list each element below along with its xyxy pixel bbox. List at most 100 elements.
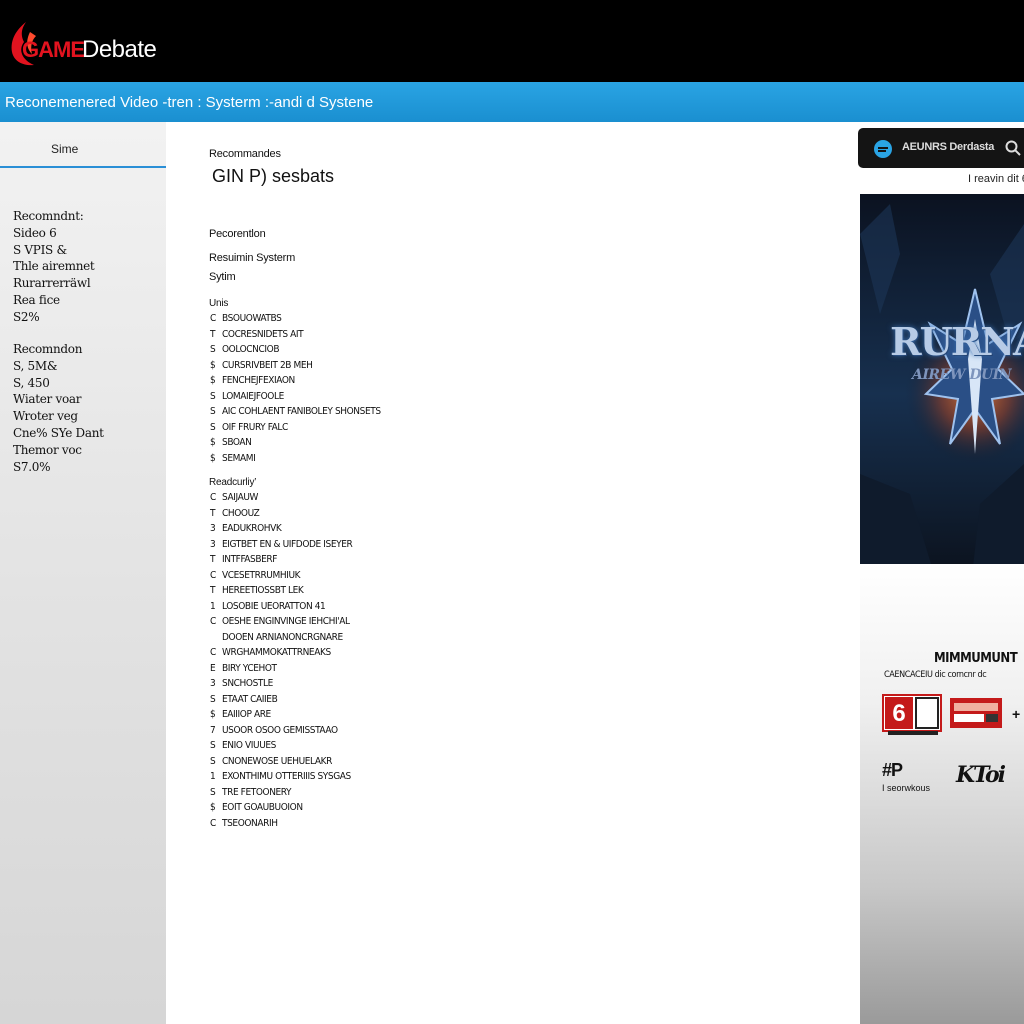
spec-row-marker: T (210, 554, 216, 565)
spec-row-marker: T (210, 507, 216, 519)
sidebar-tab-label: Sime (51, 142, 79, 156)
left-sidebar: Sime Recomndnt: Sideo 6 S VPIS & Thle ai… (0, 122, 166, 1024)
spec-row-marker: C (210, 616, 216, 627)
sidebar-line: S VPIS & (13, 242, 67, 257)
spec-row: C VCESETRRUMHIUK (210, 570, 352, 586)
spec-row-marker: C (210, 647, 216, 658)
spec-row: 1 EXONTHIMU OTTERIIIS SYSGAS (210, 771, 352, 787)
spec-row-marker: S (210, 344, 216, 355)
spec-row: C SAIJAUW (210, 492, 352, 508)
spec-row-marker: $ (210, 802, 216, 813)
spec-row: $ CURSRIVBEIT 2B MEH (210, 360, 381, 376)
sidebar-line: S, 5M& (13, 358, 58, 373)
spec-row-marker: S (210, 390, 216, 402)
platform-badge-icon (950, 698, 1002, 728)
spec-row-marker: S (210, 406, 216, 417)
minimum-description: CAENCACEIU dic corncnr dc (884, 670, 987, 680)
spec-row: $ SEMAMI (210, 453, 381, 469)
spec-row-text: SNCHOSTLE (222, 678, 273, 689)
spec-row-text: DOOEN ARNIANONCRGNARE (222, 631, 343, 643)
spec-row: $ FENCHEJFEXIAON (210, 375, 381, 391)
top-header: GAME Debate (0, 0, 1024, 82)
sidebar-tab[interactable]: Sime (0, 130, 166, 168)
spec-row-text: EAIIIOP ARE (222, 709, 271, 720)
sidebar-group-minimum: Recomndon S, 5M& S, 450 Wiater voar Wrot… (13, 341, 104, 475)
sidebar-line: S2% (13, 309, 40, 324)
spec-row: 3 EIGTBET EN & UIFDODE ISEYER (210, 538, 353, 555)
spec-list-title: Unis (209, 298, 229, 309)
spec-row: T HEREETIOSSBT LEK (210, 585, 352, 601)
spec-row-marker: S (210, 755, 216, 767)
spec-row-text: HEREETIOSSBT LEK (222, 585, 304, 596)
spec-row: T INTFFASBERF (210, 554, 352, 570)
spec-row: C TSEOONARIH (210, 818, 352, 834)
rating-badge-text: 6 (892, 700, 905, 727)
spec-row-text: USOOR OSOO GEMISSTAAO (222, 724, 338, 736)
spec-row-marker: 3 (210, 678, 216, 689)
spec-list-minimum: C BSOUOWATBS T COCRESNIDETS AIT S OOLOCNCIOB $… (210, 313, 381, 468)
spec-list-title: Readcurliy’ (209, 477, 257, 488)
spec-row-text: CNONEWOSE UEHUELAKR (222, 755, 332, 767)
spec-row: 1 LOSOBIE UEORATTON 41 (210, 601, 352, 617)
spec-row-marker: $ (210, 375, 216, 386)
spec-row-marker: S (210, 740, 216, 751)
panel-subtext: I reavin dit 6 (968, 173, 1024, 185)
spec-row-text: EIGTBET EN & UIFDODE ISEYER (222, 538, 353, 550)
spec-row: $ SBOAN (210, 437, 381, 453)
spec-row-marker: 1 (210, 771, 216, 782)
spec-row: S OIF FRURY FALC (210, 422, 381, 438)
spec-row: S AIC COHLAENT FANIBOLEY SHONSETS (210, 406, 381, 422)
spec-row-marker: S (210, 693, 216, 705)
brand-logo-2: KToi (956, 762, 1006, 788)
spec-row-marker: T (210, 585, 216, 596)
spec-row: 7 USOOR OSOO GEMISSTAAO (210, 725, 352, 741)
sidebar-line: Thle airemnet (13, 259, 95, 274)
spec-row-marker: C (210, 569, 216, 581)
spec-row: C WRGHAMMOKATTRNEAKS (210, 647, 352, 663)
spec-list-recommended: C SAIJAUW T CHOOUZ 3 EADUKROHVK 3 EIGTBET EN & … (210, 492, 353, 834)
spec-row-text: INTFFASBERF (222, 554, 278, 565)
sidebar-line: Sideo 6 (13, 225, 57, 240)
logo-text-debate: Debate (82, 36, 157, 63)
spec-row: S LOMAIEJFOOLE (210, 391, 381, 407)
sidebar-line: Recomndon (13, 342, 83, 356)
sidebar-line: Recomndnt: (13, 209, 84, 223)
breadcrumb[interactable]: Reconemenered Video -tren : Systerm :-an… (5, 94, 373, 111)
spec-row: S TRE FETOONERY (210, 787, 352, 803)
spec-row-text: CHOOUZ (222, 507, 260, 519)
spec-row-text: EXONTHIMU OTTERIIIS SYSGAS (222, 771, 351, 782)
spec-label: Resuimin Systerm (209, 252, 296, 264)
panel-title: AEUNRS Derdasta (902, 141, 995, 153)
spec-row-marker: 3 (210, 538, 216, 550)
spec-row-marker: 7 (210, 724, 216, 736)
panel-header: AEUNRS Derdasta (858, 128, 1024, 168)
spec-row-marker: $ (210, 709, 216, 720)
game-title: RURNATI (890, 319, 1024, 364)
spec-row-text: OESHE ENGINVINGE IEHCHI'AL (222, 616, 350, 627)
spec-row: $ EAIIIOP ARE (210, 709, 352, 725)
spec-row-text: ENIO VIUUES (222, 740, 276, 751)
sidebar-line: Wiater voar (13, 392, 82, 407)
spec-row: S ETAAT CAIIEB (210, 694, 352, 710)
spec-row-text: TSEOONARIH (222, 817, 278, 829)
spec-row-marker: 1 (210, 600, 216, 612)
sidebar-line: Rea fice (13, 292, 60, 307)
spec-row-marker: C (210, 313, 216, 324)
game-subtitle: AIREW DUIN (912, 367, 1012, 383)
right-panel: AEUNRS Derdasta I reavin dit 6 RURN AIRE… (858, 122, 1024, 1024)
spec-row-text: TRE FETOONERY (222, 786, 292, 798)
spec-row-text: FENCHEJFEXIAON (222, 375, 295, 386)
sidebar-line: S, 450 (13, 375, 50, 390)
game-ad-banner[interactable]: RURNATI AIREW DUIN MIMMUMUNT CAENCACEIU … (860, 194, 1024, 1024)
spec-row-marker: S (210, 421, 216, 433)
spec-row-marker: S (210, 786, 216, 798)
spec-row-text: LOMAIEJFOOLE (222, 390, 284, 402)
spec-row-marker: E (210, 662, 216, 674)
spec-row: E BIRY YCEHOT (210, 663, 352, 679)
spec-label: Sytim (209, 271, 236, 283)
search-icon[interactable] (1005, 140, 1021, 156)
breadcrumb-bar: Reconemenered Video -tren : Systerm :-an… (0, 82, 1024, 122)
game-artwork: RURNATI AIREW DUIN (860, 194, 1024, 594)
spec-row: DOOEN ARNIANONCRGNARE (210, 632, 352, 648)
spec-row-text: EOIT GOAUBUOION (222, 802, 303, 813)
